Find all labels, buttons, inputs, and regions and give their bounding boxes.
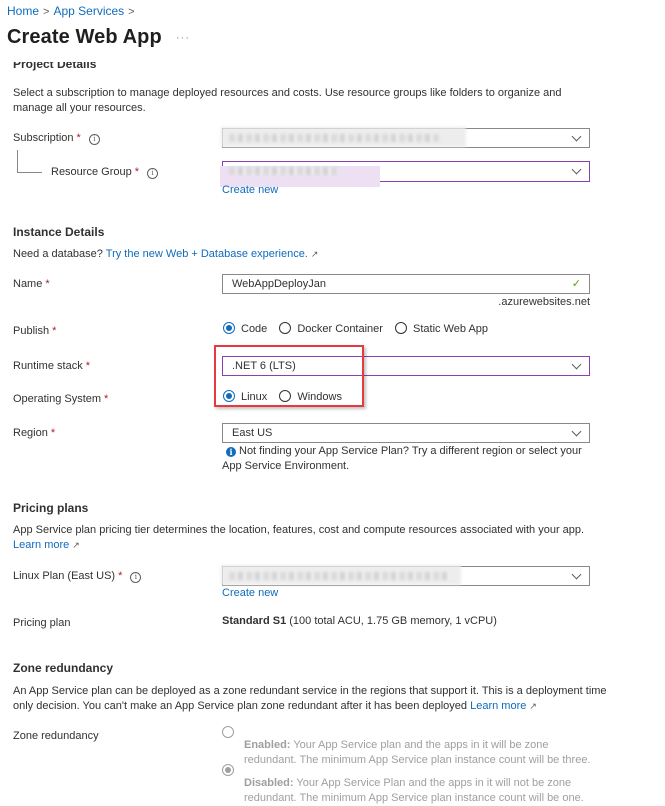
name-input[interactable]: WebAppDeployJan ✓: [222, 274, 590, 294]
subscription-dropdown[interactable]: [221, 127, 590, 148]
subscription-label: Subscription * i: [13, 132, 100, 145]
redacted-value: [229, 572, 449, 580]
web-database-link[interactable]: Try the new Web + Database experience.: [106, 248, 308, 260]
create-new-resource-group-link[interactable]: Create new: [222, 184, 278, 196]
chevron-down-icon: [571, 426, 582, 437]
operating-system-label: Operating System *: [13, 393, 109, 405]
linux-plan-dropdown[interactable]: [221, 565, 590, 586]
publish-option-docker[interactable]: Docker Container: [279, 322, 383, 335]
required-asterisk: *: [104, 393, 109, 405]
resource-group-label: Resource Group * i: [51, 166, 158, 179]
info-icon[interactable]: i: [147, 168, 158, 179]
region-value: East US: [232, 427, 273, 439]
chevron-down-icon: [571, 569, 582, 580]
more-options-icon[interactable]: ···: [176, 32, 190, 44]
external-link-icon: ↗: [529, 701, 537, 711]
pricing-plans-heading: Pricing plans: [13, 501, 89, 515]
chevron-down-icon: [571, 131, 582, 142]
linux-plan-label: Linux Plan (East US) * i: [13, 570, 142, 583]
domain-suffix: .azurewebsites.net: [498, 296, 590, 308]
breadcrumb-app-services[interactable]: App Services: [53, 4, 124, 18]
pricing-plan-value: Standard S1 (100 total ACU, 1.75 GB memo…: [222, 615, 497, 627]
pricing-plan-label: Pricing plan: [13, 617, 71, 629]
info-icon[interactable]: i: [130, 572, 142, 583]
chevron-down-icon: [571, 359, 582, 370]
zone-option-enabled[interactable]: Enabled: Your App Service plan and the a…: [222, 725, 602, 768]
publish-option-code[interactable]: Code: [223, 322, 267, 335]
name-input-value: WebAppDeployJan: [232, 278, 326, 290]
required-asterisk: *: [85, 360, 90, 372]
breadcrumb-home[interactable]: Home: [7, 4, 39, 18]
runtime-stack-label: Runtime stack *: [13, 360, 90, 372]
radio-selected-icon: [222, 764, 234, 776]
info-icon[interactable]: i: [88, 134, 100, 145]
redacted-value: [229, 134, 439, 142]
region-label: Region *: [13, 427, 56, 439]
page-title: Create Web App: [7, 26, 162, 48]
database-prompt: Need a database? Try the new Web + Datab…: [13, 248, 319, 260]
zone-redundancy-heading: Zone redundancy: [13, 661, 114, 675]
required-asterisk: *: [76, 132, 81, 144]
radio-unselected-icon: [279, 322, 292, 334]
radio-selected-icon: [223, 322, 235, 334]
name-label: Name *: [13, 278, 50, 290]
chevron-right-icon: >: [128, 6, 135, 18]
zone-redundancy-label: Zone redundancy: [13, 730, 99, 742]
required-asterisk: *: [50, 427, 56, 439]
required-asterisk: *: [45, 278, 50, 290]
create-new-plan-link[interactable]: Create new: [222, 587, 278, 599]
resource-group-dropdown[interactable]: [220, 161, 590, 187]
highlight-box: [214, 345, 364, 407]
project-details-heading: Project Details: [13, 62, 97, 71]
required-asterisk: *: [52, 325, 57, 337]
redacted-value: [229, 167, 339, 175]
region-info: i Not finding your App Service Plan? Try …: [222, 445, 582, 472]
chevron-right-icon: >: [43, 6, 50, 18]
publish-radio-group: Code Docker Container Static Web App: [223, 322, 497, 335]
required-asterisk: *: [134, 166, 139, 178]
radio-unselected-icon: [395, 322, 408, 334]
publish-label: Publish *: [13, 325, 57, 337]
breadcrumb: Home > App Services >: [7, 4, 139, 18]
instance-details-heading: Instance Details: [13, 225, 105, 239]
pricing-plans-description: App Service plan pricing tier determines…: [13, 524, 585, 551]
external-link-icon: ↗: [72, 540, 80, 550]
tree-connector: [17, 150, 42, 173]
required-asterisk: *: [118, 570, 123, 582]
zone-learn-more-link[interactable]: Learn more: [470, 700, 526, 712]
project-details-description: Select a subscription to manage deployed…: [13, 87, 562, 114]
publish-option-static[interactable]: Static Web App: [395, 322, 488, 335]
zone-redundancy-description: An App Service plan can be deployed as a…: [13, 685, 607, 712]
radio-unselected-icon: [222, 726, 234, 738]
external-link-icon: ↗: [310, 249, 319, 259]
valid-check-icon: ✓: [571, 278, 581, 290]
chevron-down-icon: [571, 164, 582, 175]
pricing-learn-more-link[interactable]: Learn more: [13, 539, 69, 551]
info-filled-icon: i: [226, 447, 236, 457]
region-dropdown[interactable]: East US: [222, 423, 590, 443]
